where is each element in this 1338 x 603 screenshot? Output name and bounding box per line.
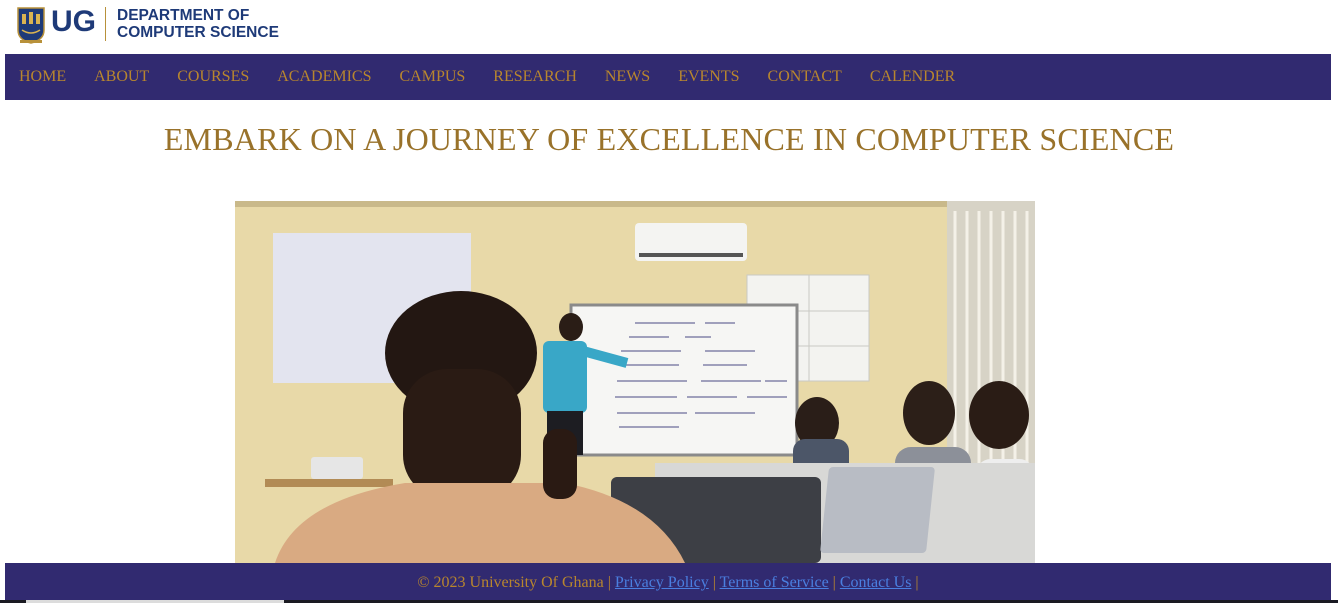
- footer-link-terms[interactable]: Terms of Service: [720, 574, 829, 591]
- footer-separator: |: [915, 574, 919, 591]
- logo-divider: [105, 7, 106, 41]
- nav-calender[interactable]: CALENDER: [870, 54, 955, 100]
- nav-research[interactable]: RESEARCH: [493, 54, 577, 100]
- nav-about[interactable]: ABOUT: [94, 54, 149, 100]
- nav-home[interactable]: HOME: [19, 54, 66, 100]
- hero-image: [235, 201, 1035, 563]
- site-header: UG DEPARTMENT OF COMPUTER SCIENCE: [0, 0, 1338, 54]
- department-title-line1: DEPARTMENT OF: [117, 7, 250, 24]
- footer-separator: |: [832, 574, 836, 591]
- main-nav: HOME ABOUT COURSES ACADEMICS CAMPUS RESE…: [5, 54, 1331, 100]
- nav-academics[interactable]: ACADEMICS: [277, 54, 371, 100]
- classroom-photo: [235, 201, 1035, 563]
- nav-campus[interactable]: CAMPUS: [399, 54, 465, 100]
- ug-crest-logo[interactable]: [16, 6, 46, 44]
- nav-news[interactable]: NEWS: [605, 54, 650, 100]
- department-title-line2: COMPUTER SCIENCE: [117, 24, 279, 41]
- footer-separator: |: [607, 574, 611, 591]
- footer-link-privacy[interactable]: Privacy Policy: [615, 574, 709, 591]
- nav-events[interactable]: EVENTS: [678, 54, 739, 100]
- footer-copyright: © 2023 University Of Ghana: [417, 574, 604, 591]
- hero-headline: EMBARK ON A JOURNEY OF EXCELLENCE IN COM…: [163, 121, 1175, 157]
- nav-contact[interactable]: CONTACT: [768, 54, 842, 100]
- site-footer: © 2023 University Of Ghana | Privacy Pol…: [5, 563, 1331, 603]
- nav-courses[interactable]: COURSES: [177, 54, 249, 100]
- ug-logo-text[interactable]: UG: [51, 3, 96, 41]
- footer-separator: |: [712, 574, 716, 591]
- footer-link-contact[interactable]: Contact Us: [840, 574, 912, 591]
